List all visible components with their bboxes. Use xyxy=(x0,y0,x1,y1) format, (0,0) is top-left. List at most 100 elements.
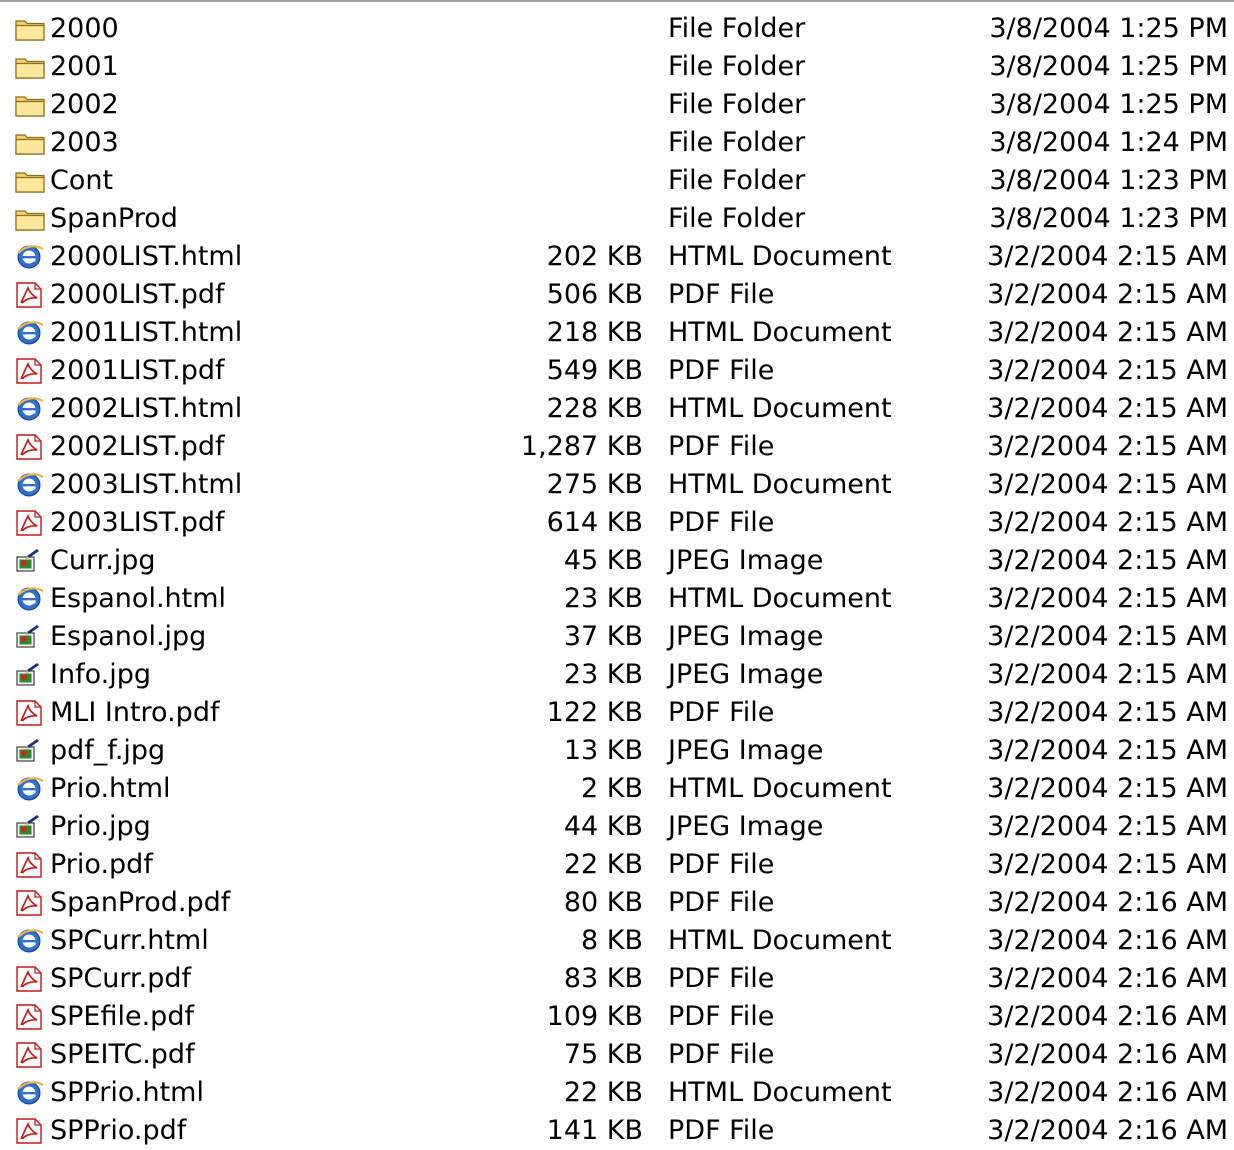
file-name: Info.jpg xyxy=(50,659,151,690)
file-row[interactable]: Espanol.html 23 KB HTML Document 3/2/2004 2… xyxy=(0,580,1234,618)
file-name-cell[interactable]: SPEfile.pdf xyxy=(14,998,514,1036)
file-size xyxy=(483,162,643,200)
file-row[interactable]: 2001 File Folder 3/8/2004 1:25 PM xyxy=(0,48,1234,86)
file-name-cell[interactable]: 2003 xyxy=(14,124,514,162)
file-size xyxy=(483,10,643,48)
file-row[interactable]: 2002LIST.pdf 1,287 KB PDF File 3/2/2004 2:1… xyxy=(0,428,1234,466)
html-document-icon xyxy=(14,390,48,428)
file-row[interactable]: SpanProd.pdf 80 KB PDF File 3/2/2004 2:16 A… xyxy=(0,884,1234,922)
file-row[interactable]: 2000LIST.pdf 506 KB PDF File 3/2/2004 2:15 … xyxy=(0,276,1234,314)
file-type: PDF File xyxy=(668,507,775,538)
file-row[interactable]: 2001LIST.html 218 KB HTML Document 3/2/2004… xyxy=(0,314,1234,352)
file-name: Cont xyxy=(50,165,114,196)
file-row[interactable]: SPPrio.pdf 141 KB PDF File 3/2/2004 2:16 AM xyxy=(0,1112,1234,1150)
file-row[interactable]: Prio.jpg 44 KB JPEG Image 3/2/2004 2:15 AM xyxy=(0,808,1234,846)
file-date-modified: 3/2/2004 2:16 AM xyxy=(987,963,1228,994)
file-row[interactable]: 2003LIST.html 275 KB HTML Document 3/2/2004… xyxy=(0,466,1234,504)
file-date-modified: 3/2/2004 2:15 AM xyxy=(987,279,1228,310)
pdf-file-icon xyxy=(14,694,48,732)
file-row[interactable]: SPCurr.pdf 83 KB PDF File 3/2/2004 2:16 AM xyxy=(0,960,1234,998)
file-name-cell[interactable]: SpanProd xyxy=(14,200,514,238)
file-row[interactable]: SpanProd File Folder 3/8/2004 1:23 PM xyxy=(0,200,1234,238)
file-row[interactable]: Curr.jpg 45 KB JPEG Image 3/2/2004 2:15 AM xyxy=(0,542,1234,580)
file-name-cell[interactable]: 2000LIST.html xyxy=(14,238,514,276)
file-row[interactable]: 2002LIST.html 228 KB HTML Document 3/2/2004… xyxy=(0,390,1234,428)
file-name: 2002LIST.pdf xyxy=(50,431,225,462)
file-row[interactable]: Cont File Folder 3/8/2004 1:23 PM xyxy=(0,162,1234,200)
file-name-cell[interactable]: Espanol.html xyxy=(14,580,514,618)
file-size: 22 KB xyxy=(563,1077,643,1108)
file-row[interactable]: 2000 File Folder 3/8/2004 1:25 PM xyxy=(0,10,1234,48)
file-name-cell[interactable]: 2000LIST.pdf xyxy=(14,276,514,314)
pdf-file-icon xyxy=(14,1036,48,1074)
file-date-modified: 3/8/2004 1:25 PM xyxy=(989,13,1228,44)
file-row[interactable]: 2003LIST.pdf 614 KB PDF File 3/2/2004 2:15 … xyxy=(0,504,1234,542)
file-name-cell[interactable]: 2002LIST.html xyxy=(14,390,514,428)
file-row[interactable]: Espanol.jpg 37 KB JPEG Image 3/2/2004 2:15 … xyxy=(0,618,1234,656)
pdf-file-icon xyxy=(14,352,48,390)
file-name-cell[interactable]: SPCurr.pdf xyxy=(14,960,514,998)
pdf-file-icon xyxy=(14,884,48,922)
file-row[interactable]: 2002 File Folder 3/8/2004 1:25 PM xyxy=(0,86,1234,124)
file-row[interactable]: Info.jpg 23 KB JPEG Image 3/2/2004 2:15 AM xyxy=(0,656,1234,694)
file-name-cell[interactable]: Espanol.jpg xyxy=(14,618,514,656)
file-date-modified: 3/2/2004 2:15 AM xyxy=(987,773,1228,804)
file-size: 202 KB xyxy=(546,241,643,272)
file-size: 22 KB xyxy=(563,849,643,880)
file-name: Espanol.html xyxy=(50,583,227,614)
file-name-cell[interactable]: 2001LIST.pdf xyxy=(14,352,514,390)
file-row[interactable]: pdf_f.jpg 13 KB JPEG Image 3/2/2004 2:15 AM xyxy=(0,732,1234,770)
file-name: 2003 xyxy=(50,127,119,158)
file-size: 75 KB xyxy=(563,1039,643,1070)
file-name: SPCurr.html xyxy=(50,925,209,956)
file-type: File Folder xyxy=(668,89,806,120)
file-name-cell[interactable]: pdf_f.jpg xyxy=(14,732,514,770)
file-name-cell[interactable]: Prio.html xyxy=(14,770,514,808)
file-date-modified: 3/8/2004 1:23 PM xyxy=(989,165,1228,196)
file-row[interactable]: SPCurr.html 8 KB HTML Document 3/2/2004 2:1… xyxy=(0,922,1234,960)
file-name-cell[interactable]: 2003LIST.html xyxy=(14,466,514,504)
file-name-cell[interactable]: SPPrio.pdf xyxy=(14,1112,514,1150)
file-name-cell[interactable]: Prio.jpg xyxy=(14,808,514,846)
file-type: JPEG Image xyxy=(668,811,824,842)
file-type: HTML Document xyxy=(668,583,892,614)
file-row[interactable]: MLI Intro.pdf 122 KB PDF File 3/2/2004 2:15… xyxy=(0,694,1234,732)
file-name-cell[interactable]: 2002 xyxy=(14,86,514,124)
file-name-cell[interactable]: Info.jpg xyxy=(14,656,514,694)
file-name-cell[interactable]: Cont xyxy=(14,162,514,200)
file-name-cell[interactable]: SPPrio.html xyxy=(14,1074,514,1112)
file-type: PDF File xyxy=(668,887,775,918)
file-size: 122 KB xyxy=(546,697,643,728)
file-name-cell[interactable]: 2001LIST.html xyxy=(14,314,514,352)
file-date-modified: 3/2/2004 2:15 AM xyxy=(987,507,1228,538)
file-row[interactable]: SPEfile.pdf 109 KB PDF File 3/2/2004 2:16 A… xyxy=(0,998,1234,1036)
file-name-cell[interactable]: SPCurr.html xyxy=(14,922,514,960)
file-size: 83 KB xyxy=(563,963,643,994)
file-row[interactable]: Prio.pdf 22 KB PDF File 3/2/2004 2:15 AM xyxy=(0,846,1234,884)
file-name: 2001 xyxy=(50,51,119,82)
file-date-modified: 3/2/2004 2:15 AM xyxy=(987,849,1228,880)
file-name: 2001LIST.pdf xyxy=(50,355,225,386)
file-row[interactable]: SPPrio.html 22 KB HTML Document 3/2/2004 2:… xyxy=(0,1074,1234,1112)
file-type: File Folder xyxy=(668,127,806,158)
file-row[interactable]: 2001LIST.pdf 549 KB PDF File 3/2/2004 2:15 … xyxy=(0,352,1234,390)
pdf-file-icon xyxy=(14,960,48,998)
file-name-cell[interactable]: Prio.pdf xyxy=(14,846,514,884)
file-name-cell[interactable]: SPEITC.pdf xyxy=(14,1036,514,1074)
jpeg-image-icon xyxy=(14,732,48,770)
file-name-cell[interactable]: 2001 xyxy=(14,48,514,86)
file-row[interactable]: Prio.html 2 KB HTML Document 3/2/2004 2:15 … xyxy=(0,770,1234,808)
file-row[interactable]: 2003 File Folder 3/8/2004 1:24 PM xyxy=(0,124,1234,162)
file-name-cell[interactable]: MLI Intro.pdf xyxy=(14,694,514,732)
file-row[interactable]: SPEITC.pdf 75 KB PDF File 3/2/2004 2:16 AM xyxy=(0,1036,1234,1074)
file-name-cell[interactable]: 2000 xyxy=(14,10,514,48)
file-name-cell[interactable]: 2002LIST.pdf xyxy=(14,428,514,466)
file-name-cell[interactable]: Curr.jpg xyxy=(14,542,514,580)
file-size xyxy=(483,124,643,162)
file-type: File Folder xyxy=(668,203,806,234)
folder-icon xyxy=(14,48,48,86)
file-row[interactable]: 2000LIST.html 202 KB HTML Document 3/2/2004… xyxy=(0,238,1234,276)
file-list[interactable]: 2000 File Folder 3/8/2004 1:25 PM 2001 File … xyxy=(0,10,1234,1150)
file-name-cell[interactable]: SpanProd.pdf xyxy=(14,884,514,922)
file-name-cell[interactable]: 2003LIST.pdf xyxy=(14,504,514,542)
